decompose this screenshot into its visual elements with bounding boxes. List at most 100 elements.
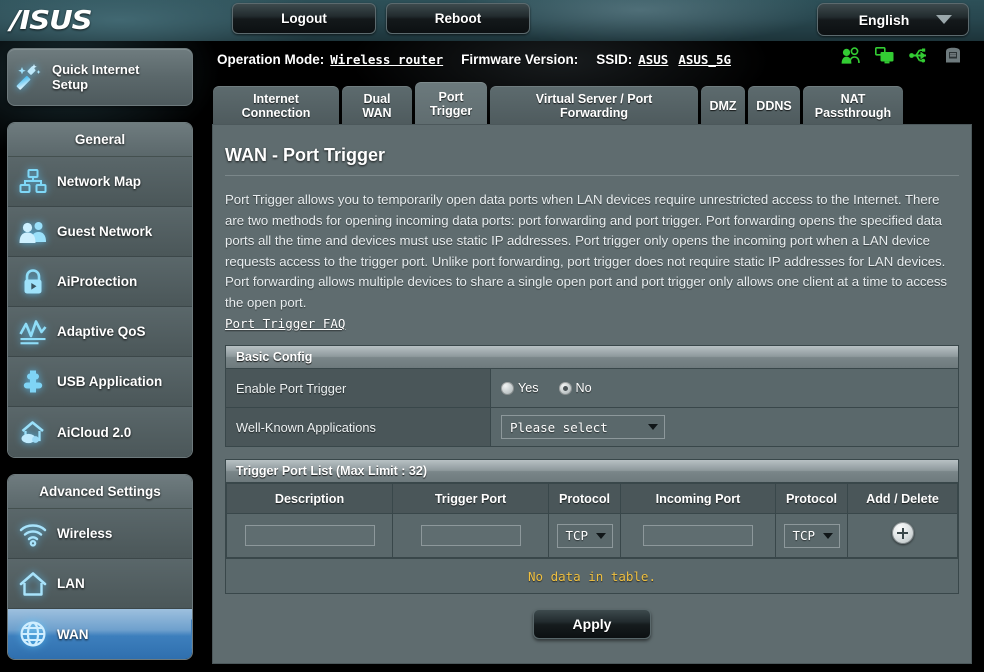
trigger-port-input[interactable] <box>420 525 521 546</box>
trigger-port-table: Description Trigger Port Protocol Incoming … <box>226 483 958 558</box>
ssid-value-5g[interactable]: ASUS_5G <box>678 52 731 67</box>
title-divider <box>225 175 959 176</box>
basic-config-section: Basic Config Enable Port Trigger Yes No W… <box>225 345 959 447</box>
sidebar-group-general: General Network Map Guest Network AiProtect… <box>7 122 193 458</box>
cell-description <box>226 513 393 558</box>
sidebar-menu-groups: General Network Map Guest Network AiProtect… <box>7 122 193 660</box>
apply-button[interactable]: Apply <box>533 609 651 639</box>
tab-dual-wan[interactable]: Dual WAN <box>342 86 412 126</box>
sidebar: Quick Internet Setup General Network Map G… <box>7 48 193 660</box>
tab-ddns[interactable]: DDNS <box>748 86 800 126</box>
top-banner: /ISUS Logout Reboot English <box>0 0 984 41</box>
magic-wand-icon <box>14 62 44 92</box>
ssid-value-2g[interactable]: ASUS <box>638 52 668 67</box>
logout-button[interactable]: Logout <box>232 3 376 34</box>
cell-add-delete <box>847 513 958 558</box>
reboot-button[interactable]: Reboot <box>386 3 530 34</box>
sidebar-item-label: LAN <box>57 576 85 591</box>
cell-incoming-port <box>620 513 776 558</box>
sidebar-item-label: USB Application <box>57 374 163 389</box>
sidebar-item-lan[interactable]: LAN <box>8 559 192 609</box>
column-header-protocol: Protocol <box>548 483 621 514</box>
sidebar-item-wan[interactable]: WAN <box>8 609 192 659</box>
basic-config-header: Basic Config <box>226 346 958 369</box>
apply-button-wrapper: Apply <box>213 609 971 639</box>
column-header-description: Description <box>226 483 393 514</box>
lock-icon <box>18 267 48 297</box>
page-title: WAN - Port Trigger <box>225 145 386 165</box>
asus-logo: /ISUS <box>10 6 93 36</box>
table-row: TCP TCP <box>226 513 958 558</box>
quick-internet-setup-button[interactable]: Quick Internet Setup <box>7 48 193 106</box>
tab-nat-passthrough[interactable]: NAT Passthrough <box>803 86 903 126</box>
chart-icon <box>18 317 48 347</box>
sidebar-item-label: Guest Network <box>57 224 153 239</box>
well-known-applications-value: Please select <box>491 408 958 446</box>
radio-enable-yes[interactable]: Yes <box>501 381 539 395</box>
table-header-row: Description Trigger Port Protocol Incoming … <box>226 483 958 514</box>
users-icon[interactable] <box>841 47 861 64</box>
guest-network-icon <box>18 217 48 247</box>
tab-label: Virtual Server / Port Forwarding <box>535 92 653 120</box>
sidebar-item-aiprotection[interactable]: AiProtection <box>8 257 192 307</box>
printer-icon[interactable] <box>944 47 962 64</box>
ssid-label: SSID: <box>596 51 633 67</box>
tab-dmz[interactable]: DMZ <box>701 86 745 126</box>
enable-port-trigger-radio-group: Yes No <box>501 381 606 395</box>
column-header-add-delete: Add / Delete <box>847 483 958 514</box>
tab-label: Port Trigger <box>429 90 473 118</box>
trigger-protocol-select[interactable]: TCP <box>556 523 613 548</box>
asus-router-admin-page: /ISUS Logout Reboot English Operation Mo… <box>0 0 984 672</box>
operation-mode-value[interactable]: Wireless router <box>330 52 443 67</box>
sidebar-item-usb-application[interactable]: USB Application <box>8 357 192 407</box>
status-icon-tray <box>841 47 962 64</box>
trigger-port-list-header: Trigger Port List (Max Limit : 32) <box>226 460 958 483</box>
tab-label: DDNS <box>756 99 792 113</box>
content-panel: WAN - Port Trigger Port Trigger allows y… <box>213 125 971 663</box>
home-icon <box>18 569 48 599</box>
firmware-version-label: Firmware Version: <box>461 51 579 67</box>
wifi-icon <box>18 519 48 549</box>
operation-info-bar: Operation Mode: Wireless router Firmware… <box>217 48 731 70</box>
tab-label: Dual WAN <box>362 92 392 120</box>
radio-enable-no[interactable]: No <box>558 381 592 395</box>
tab-label: DMZ <box>709 99 737 113</box>
quick-internet-setup-label: Quick Internet Setup <box>52 62 140 92</box>
radio-indicator <box>501 381 514 395</box>
screen-icon[interactable] <box>875 47 895 64</box>
port-trigger-faq-link[interactable]: Port Trigger FAQ <box>225 316 345 331</box>
cell-trigger-port <box>392 513 549 558</box>
sidebar-item-wireless[interactable]: Wireless <box>8 509 192 559</box>
column-header-trigger-port: Trigger Port <box>392 483 549 514</box>
sidebar-item-guest-network[interactable]: Guest Network <box>8 207 192 257</box>
incoming-port-input[interactable] <box>643 525 753 546</box>
sidebar-item-label: Wireless <box>57 526 113 541</box>
well-known-applications-label: Well-Known Applications <box>226 408 491 446</box>
chevron-down-icon <box>823 532 834 539</box>
language-selector[interactable]: English <box>817 3 969 36</box>
operation-mode-label: Operation Mode: <box>217 51 325 67</box>
sidebar-item-adaptive-qos[interactable]: Adaptive QoS <box>8 307 192 357</box>
sidebar-item-aicloud-2-0[interactable]: AiCloud 2.0 <box>8 407 192 457</box>
page-description: Port Trigger allows you to temporarily o… <box>225 192 948 310</box>
trigger-protocol-value: TCP <box>565 528 589 543</box>
tab-internet-connection[interactable]: Internet Connection <box>213 86 339 126</box>
radio-label: Yes <box>518 381 539 395</box>
radio-indicator <box>558 381 572 395</box>
tab-port-trigger[interactable]: Port Trigger <box>415 82 487 126</box>
sidebar-group-title: Advanced Settings <box>8 475 192 509</box>
empty-table-message: No data in table. <box>225 559 959 594</box>
enable-port-trigger-value: Yes No <box>491 369 958 407</box>
well-known-applications-selected: Please select <box>510 419 608 435</box>
tab-virtual-server-port-forwarding[interactable]: Virtual Server / Port Forwarding <box>490 86 698 126</box>
incoming-protocol-select[interactable]: TCP <box>783 523 840 548</box>
usb-icon[interactable] <box>909 47 930 64</box>
enable-port-trigger-label: Enable Port Trigger <box>226 369 491 407</box>
sidebar-item-network-map[interactable]: Network Map <box>8 157 192 207</box>
description-input[interactable] <box>244 525 375 546</box>
well-known-applications-select[interactable]: Please select <box>501 415 665 439</box>
language-label: English <box>858 11 910 28</box>
incoming-protocol-value: TCP <box>792 528 816 543</box>
column-header-protocol: Protocol <box>775 483 848 514</box>
plus-circle-icon[interactable] <box>891 522 914 544</box>
